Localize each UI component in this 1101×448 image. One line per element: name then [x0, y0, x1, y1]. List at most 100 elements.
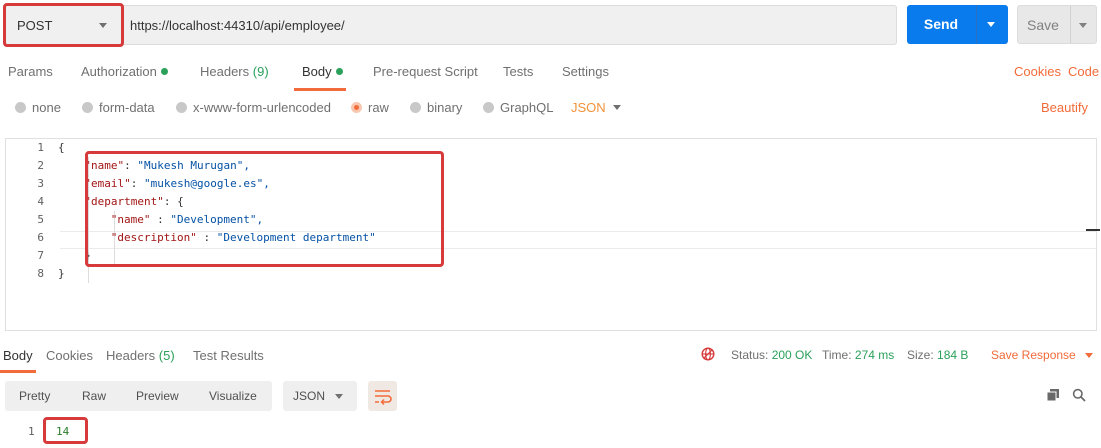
tab-params[interactable]: Params	[8, 64, 53, 79]
view-pretty-button[interactable]: Pretty	[19, 389, 50, 403]
json-key: "name"	[110, 213, 151, 226]
send-options-icon[interactable]	[987, 22, 995, 27]
method-select[interactable]: POST	[5, 5, 122, 45]
save-options-icon[interactable]	[1079, 23, 1087, 28]
chevron-down-icon[interactable]	[1085, 353, 1093, 358]
radio-circle-icon	[15, 102, 26, 113]
scroll-marker	[1086, 229, 1100, 231]
body-format-select[interactable]: JSON	[571, 100, 606, 115]
line-number: 5	[37, 213, 44, 226]
radio-raw-label: raw	[368, 100, 389, 115]
json-value: "Mukesh Murugan",	[137, 159, 250, 172]
response-line-number: 1	[28, 425, 35, 438]
json-value: "Development",	[170, 213, 264, 226]
search-icon[interactable]	[1072, 388, 1086, 402]
line-number: 3	[37, 177, 44, 190]
response-format-label: JSON	[293, 389, 326, 403]
save-label: Save	[1027, 17, 1059, 33]
line-number: 8	[37, 267, 44, 280]
time-readout: Time: 274 ms	[822, 348, 894, 362]
radio-selected-icon	[351, 102, 362, 113]
radio-raw[interactable]: raw	[351, 100, 389, 115]
radio-circle-icon	[410, 102, 421, 113]
radio-circle-icon	[82, 102, 93, 113]
view-raw-button[interactable]: Raw	[82, 389, 106, 403]
response-tab-cookies[interactable]: Cookies	[46, 348, 93, 363]
code-line: "name" : "Development",	[111, 213, 263, 226]
tab-settings[interactable]: Settings	[562, 64, 609, 79]
json-key: "department"	[84, 195, 164, 208]
response-tab-headers-count: (5)	[158, 348, 175, 363]
radio-binary[interactable]: binary	[410, 100, 462, 115]
json-key: "description"	[110, 231, 197, 244]
line-number: 2	[37, 159, 44, 172]
line-number: 1	[37, 141, 44, 154]
response-tab-test-results[interactable]: Test Results	[193, 348, 264, 363]
url-text: https://localhost:44310/api/employee/	[130, 18, 345, 33]
radio-none[interactable]: none	[15, 100, 61, 115]
json-value: {	[177, 195, 184, 208]
json-value: {	[58, 141, 65, 154]
radio-urlencoded[interactable]: x-www-form-urlencoded	[176, 100, 331, 115]
code-line: {	[58, 141, 65, 154]
globe-icon[interactable]	[701, 347, 715, 361]
active-tab-indicator	[0, 370, 36, 373]
save-response-button[interactable]: Save Response	[991, 348, 1076, 362]
line-number: 4	[37, 195, 44, 208]
code-line: "email": "mukesh@google.es",	[84, 177, 269, 190]
size-label: Size:	[907, 348, 934, 362]
size-readout: Size: 184 B	[907, 348, 968, 362]
json-separator: :	[124, 159, 138, 172]
method-label: POST	[17, 18, 53, 33]
chevron-down-icon[interactable]	[613, 105, 621, 110]
response-tab-headers-label: Headers	[106, 348, 156, 363]
radio-circle-icon	[483, 102, 494, 113]
json-value: }	[58, 267, 65, 280]
status-value: 200 OK	[771, 348, 813, 362]
response-tab-body[interactable]: Body	[3, 348, 33, 363]
chevron-down-icon	[99, 23, 107, 28]
code-link[interactable]: Code	[1068, 64, 1099, 79]
tab-tests[interactable]: Tests	[503, 64, 533, 79]
json-separator: :	[150, 213, 171, 226]
request-body-editor[interactable]: 1 {2 "name": "Mukesh Murugan", 3 "email": "m…	[5, 138, 1100, 331]
code-line: "department": {	[84, 195, 183, 208]
json-value: "mukesh@google.es",	[144, 177, 270, 190]
line-number: 7	[37, 249, 44, 262]
tab-prerequest-script[interactable]: Pre-request Script	[373, 64, 478, 79]
request-bar: POST https://localhost:44310/api/employe…	[0, 0, 1101, 50]
radio-form-data-label: form-data	[99, 100, 155, 115]
json-value: "Development department"	[216, 231, 376, 244]
radio-graphql[interactable]: GraphQL	[483, 100, 553, 115]
wrap-lines-icon[interactable]	[368, 381, 397, 411]
radio-none-label: none	[32, 100, 61, 115]
json-key: "email"	[84, 177, 131, 190]
send-label: Send	[923, 16, 959, 32]
tab-body[interactable]: Body	[302, 64, 343, 79]
tab-body-label: Body	[302, 64, 332, 79]
radio-urlencoded-label: x-www-form-urlencoded	[193, 100, 331, 115]
radio-graphql-label: GraphQL	[500, 100, 554, 115]
size-value: 184 B	[937, 348, 969, 362]
response-format-select[interactable]: JSON	[283, 381, 357, 411]
view-visualize-button[interactable]: Visualize	[209, 389, 257, 403]
beautify-link[interactable]: Beautify	[1041, 100, 1088, 115]
response-tab-headers[interactable]: Headers (5)	[106, 348, 175, 363]
status-dot-icon	[160, 68, 168, 75]
send-button[interactable]: Send	[907, 5, 1008, 44]
tab-authorization[interactable]: Authorization	[81, 64, 168, 79]
status-readout: Status: 200 OK	[731, 348, 812, 362]
view-preview-button[interactable]: Preview	[136, 389, 179, 403]
active-tab-indicator	[294, 88, 346, 91]
tab-headers[interactable]: Headers (9)	[200, 64, 269, 79]
request-tabs: Params Authorization Headers (9) Body Pr…	[0, 58, 1101, 91]
copy-icon[interactable]	[1046, 388, 1060, 402]
url-input[interactable]: https://localhost:44310/api/employee/	[122, 5, 897, 45]
radio-form-data[interactable]: form-data	[82, 100, 155, 115]
cookies-link[interactable]: Cookies	[1014, 64, 1061, 79]
json-separator: :	[130, 177, 144, 190]
save-button[interactable]: Save	[1017, 5, 1097, 44]
body-type-options: none form-data x-www-form-urlencoded raw…	[0, 96, 1101, 120]
indent-guide	[88, 157, 89, 283]
radio-circle-icon	[176, 102, 187, 113]
